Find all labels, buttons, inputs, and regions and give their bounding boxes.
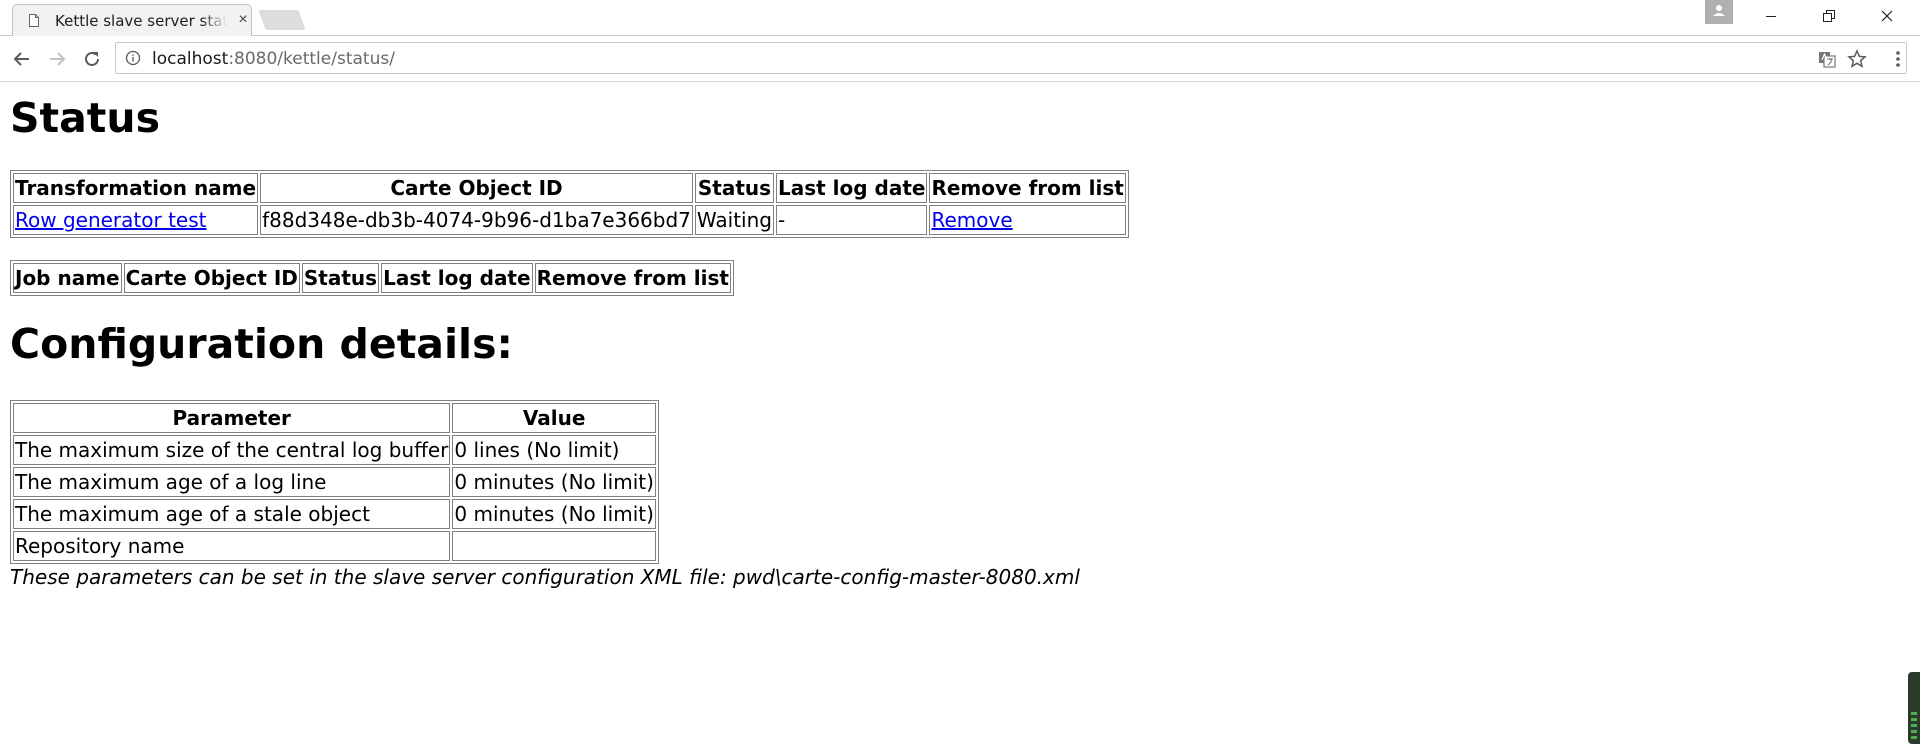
browser-tab[interactable]: Kettle slave server status ×	[12, 4, 252, 36]
column-header: Value	[452, 403, 656, 433]
url-host: localhost	[152, 49, 229, 69]
value-cell	[452, 531, 656, 561]
configuration-table: Parameter Value The maximum size of the …	[10, 400, 659, 564]
url-text[interactable]: localhost:8080/kettle/status/	[152, 49, 395, 69]
column-header: Transformation name	[13, 173, 259, 203]
parameter-cell: The maximum age of a log line	[13, 467, 451, 497]
meter-bar	[1911, 718, 1917, 721]
arrow-left-icon	[13, 52, 29, 66]
person-icon	[1713, 5, 1725, 16]
table-header-row: Transformation name Carte Object ID Stat…	[13, 173, 1126, 203]
column-header: Last log date	[775, 173, 928, 203]
last-log-date-cell: -	[775, 205, 928, 235]
new-tab-button[interactable]	[258, 10, 306, 30]
restore-icon	[1823, 10, 1835, 22]
parameter-cell: The maximum size of the central log buff…	[13, 435, 451, 465]
meter-bar	[1911, 736, 1917, 739]
reload-icon	[85, 51, 99, 66]
column-header: Remove from list	[534, 263, 731, 293]
meter-bar	[1911, 730, 1917, 733]
parameter-cell: The maximum age of a stale object	[13, 499, 451, 529]
bookmark-star-icon[interactable]	[1847, 49, 1867, 69]
column-header: Status	[694, 173, 774, 203]
tab-title: Kettle slave server status	[55, 12, 227, 30]
jobs-table: Job name Carte Object ID Status Last log…	[10, 260, 734, 296]
restore-button[interactable]	[1806, 0, 1852, 32]
value-cell: 0 lines (No limit)	[452, 435, 656, 465]
remove-link[interactable]: Remove	[931, 208, 1012, 232]
remove-cell: Remove	[929, 205, 1126, 235]
configuration-heading: Configuration details:	[10, 320, 513, 368]
menu-button[interactable]	[1886, 47, 1910, 71]
value-cell: 0 minutes (No limit)	[452, 499, 656, 529]
page-content: Status Transformation name Carte Object …	[0, 82, 1920, 744]
transformations-table: Transformation name Carte Object ID Stat…	[10, 170, 1129, 238]
close-window-button[interactable]	[1864, 0, 1910, 32]
back-button[interactable]	[10, 47, 34, 71]
browser-toolbar: localhost:8080/kettle/status/	[0, 36, 1920, 82]
table-header-row: Parameter Value	[13, 403, 656, 433]
close-icon	[1881, 10, 1893, 22]
column-header: Parameter	[13, 403, 451, 433]
table-header-row: Job name Carte Object ID Status Last log…	[13, 263, 731, 293]
column-header: Remove from list	[929, 173, 1126, 203]
minimize-button[interactable]	[1748, 0, 1794, 32]
reload-button[interactable]	[80, 47, 104, 71]
info-icon[interactable]	[125, 50, 141, 66]
value-cell: 0 minutes (No limit)	[452, 467, 656, 497]
table-row: Repository name	[13, 531, 656, 561]
minimize-icon	[1766, 16, 1776, 17]
column-header: Carte Object ID	[123, 263, 300, 293]
status-cell: Waiting	[694, 205, 774, 235]
translate-icon[interactable]	[1818, 50, 1836, 68]
column-header: Last log date	[381, 263, 533, 293]
carte-object-id-cell: f88d348e-db3b-4074-9b96-d1ba7e366bd7	[260, 205, 693, 235]
table-row: The maximum size of the central log buff…	[13, 435, 656, 465]
document-icon	[29, 14, 39, 27]
arrow-right-icon	[50, 52, 66, 66]
configuration-note: These parameters can be set in the slave…	[10, 565, 1080, 589]
meter-bar	[1911, 724, 1917, 727]
profile-button[interactable]	[1705, 0, 1733, 24]
transformation-link[interactable]: Row generator test	[15, 208, 206, 232]
column-header: Job name	[13, 263, 122, 293]
transformation-name-cell: Row generator test	[13, 205, 259, 235]
column-header: Status	[301, 263, 380, 293]
address-bar[interactable]: localhost:8080/kettle/status/	[115, 42, 1907, 74]
forward-button[interactable]	[45, 47, 69, 71]
url-path: :8080/kettle/status/	[228, 49, 395, 69]
table-row: The maximum age of a stale object 0 minu…	[13, 499, 656, 529]
close-tab-icon[interactable]: ×	[235, 12, 251, 28]
table-row: Row generator test f88d348e-db3b-4074-9b…	[13, 205, 1126, 235]
parameter-cell: Repository name	[13, 531, 451, 561]
kebab-menu-icon	[1896, 51, 1900, 67]
meter-bar	[1911, 712, 1917, 715]
tab-strip: Kettle slave server status ×	[0, 0, 1920, 36]
table-row: The maximum age of a log line 0 minutes …	[13, 467, 656, 497]
column-header: Carte Object ID	[260, 173, 693, 203]
status-heading: Status	[10, 94, 160, 142]
